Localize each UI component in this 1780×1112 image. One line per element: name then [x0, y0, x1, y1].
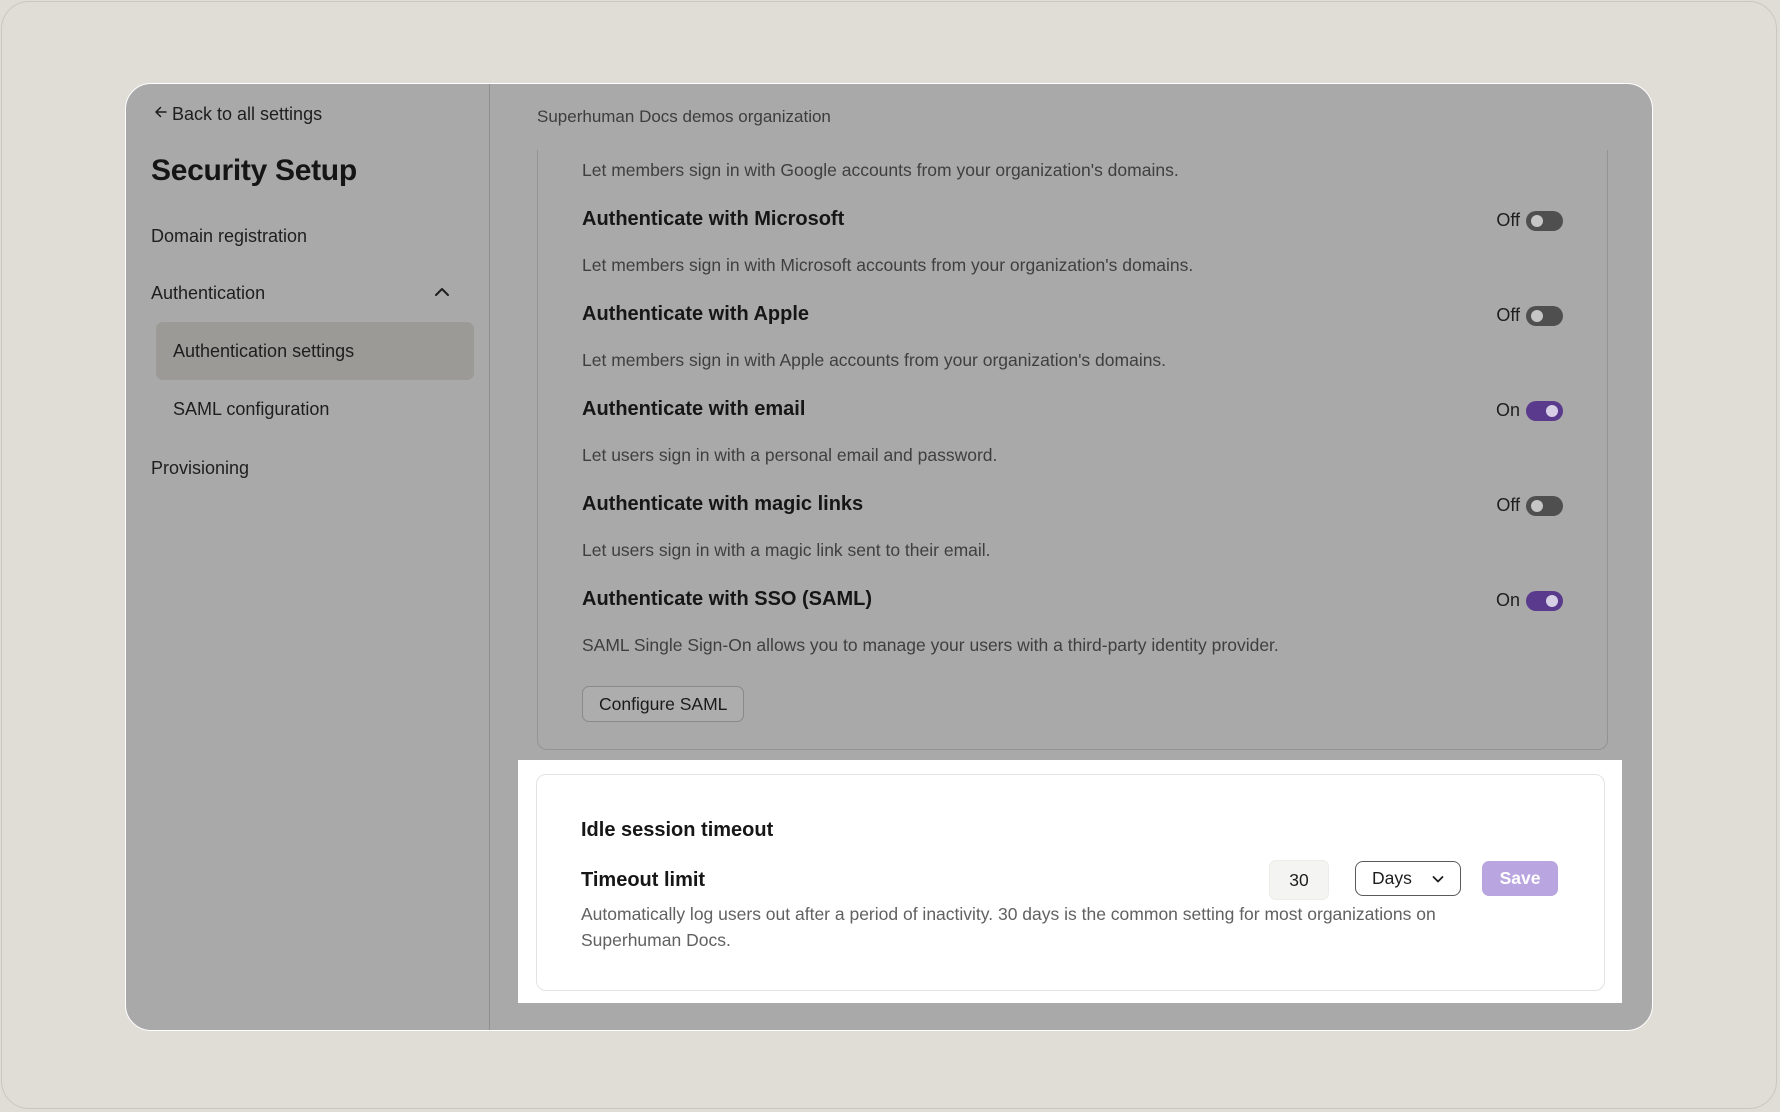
sidebar-item-saml-configuration[interactable]: SAML configuration — [156, 380, 474, 438]
toggle-switch[interactable] — [1526, 590, 1563, 611]
toggle-switch[interactable] — [1526, 210, 1563, 231]
toggle-switch[interactable] — [1526, 305, 1563, 326]
toggle-knob — [1531, 499, 1543, 512]
toggle-knob — [1531, 214, 1543, 227]
sidebar-item-domain-registration[interactable]: Domain registration — [151, 226, 307, 247]
toggle-state-label: Off — [1496, 305, 1520, 325]
setting-desc-magic-links: Let users sign in with a magic link sent… — [582, 540, 991, 560]
toggle-knob — [1546, 594, 1558, 607]
arrow-left-icon — [154, 105, 168, 124]
setting-title-microsoft: Authenticate with Microsoft — [582, 208, 845, 230]
toggle-knob — [1546, 404, 1558, 417]
toggle-state-label: On — [1495, 590, 1520, 610]
microsoft-toggle[interactable]: Off — [1496, 210, 1563, 231]
organization-name: Superhuman Docs demos organization — [537, 107, 831, 126]
setting-title-sso: Authenticate with SSO (SAML) — [582, 588, 872, 610]
page-title: Security Setup — [151, 154, 357, 187]
chevron-down-icon — [1430, 871, 1446, 887]
toggle-knob — [1531, 309, 1543, 322]
apple-toggle[interactable]: Off — [1496, 305, 1563, 326]
timeout-description: Automatically log users out after a peri… — [581, 904, 1436, 950]
magic-links-toggle[interactable]: Off — [1496, 495, 1563, 516]
setting-title-email: Authenticate with email — [582, 398, 806, 420]
setting-desc-microsoft: Let members sign in with Microsoft accou… — [582, 255, 1194, 275]
toggle-state-label: Off — [1496, 210, 1520, 230]
chevron-up-icon[interactable] — [431, 281, 453, 303]
unit-select-value: Days — [1372, 868, 1412, 888]
sidebar-item-authentication-settings[interactable]: Authentication settings — [156, 322, 474, 380]
timeout-unit-select[interactable]: Days — [1355, 861, 1461, 896]
highlighted-timeout-panel: Idle session timeout Timeout limit 30 Da… — [518, 760, 1622, 1003]
sidebar: Back to all settings Security Setup Doma… — [126, 84, 490, 1030]
setting-desc-email: Let users sign in with a personal email … — [582, 445, 998, 465]
toggle-state-label: On — [1495, 400, 1520, 420]
setting-title-magic-links: Authenticate with magic links — [582, 493, 864, 515]
setting-desc-sso: SAML Single Sign-On allows you to manage… — [582, 635, 1279, 655]
google-setting-description: Let members sign in with Google accounts… — [582, 160, 1179, 180]
setting-desc-apple: Let members sign in with Apple accounts … — [582, 350, 1167, 370]
authentication-card: Let members sign in with Google accounts… — [537, 150, 1608, 750]
setting-title-apple: Authenticate with Apple — [582, 303, 810, 325]
back-to-settings-link[interactable]: Back to all settings — [154, 104, 322, 125]
timeout-value-input[interactable]: 30 — [1269, 860, 1329, 900]
idle-session-timeout-card: Idle session timeout Timeout limit 30 Da… — [536, 774, 1605, 991]
timeout-heading: Idle session timeout — [581, 819, 774, 841]
sidebar-item-provisioning[interactable]: Provisioning — [151, 458, 249, 479]
save-button[interactable]: Save — [1482, 861, 1558, 896]
sso-toggle[interactable]: On — [1496, 590, 1563, 611]
toggle-state-label: Off — [1496, 495, 1520, 515]
timeout-limit-label: Timeout limit — [581, 869, 706, 891]
sidebar-item-authentication[interactable]: Authentication — [151, 283, 265, 304]
back-link-label: Back to all settings — [172, 104, 323, 124]
toggle-switch[interactable] — [1526, 400, 1563, 421]
email-toggle[interactable]: On — [1496, 400, 1563, 421]
toggle-switch[interactable] — [1526, 495, 1563, 516]
configure-saml-button[interactable]: Configure SAML — [582, 686, 745, 722]
